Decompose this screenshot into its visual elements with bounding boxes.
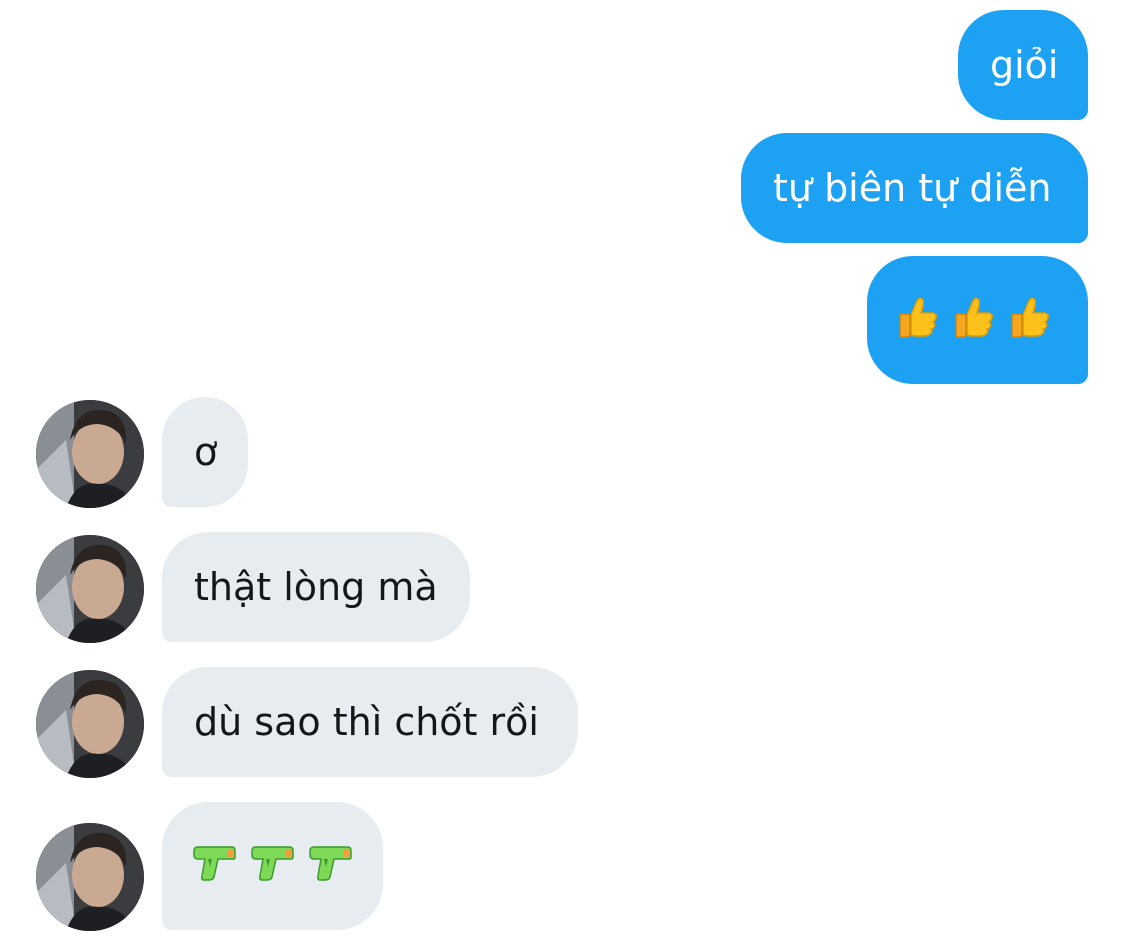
avatar[interactable] <box>36 535 144 643</box>
incoming-message[interactable]: thật lòng mà <box>162 532 470 642</box>
avatar[interactable] <box>36 670 144 778</box>
incoming-message[interactable]: ơ <box>162 397 248 507</box>
message-text: dù sao thì chốt rồi <box>194 700 539 744</box>
outgoing-message[interactable]: tự biên tự diễn <box>741 133 1088 243</box>
thumbs-up-icon <box>1009 295 1051 345</box>
outgoing-message[interactable]: giỏi <box>958 10 1088 120</box>
water-pistol-icon <box>250 845 294 887</box>
incoming-message[interactable] <box>162 802 383 930</box>
thumbs-up-icon <box>953 295 995 345</box>
outgoing-message[interactable] <box>867 256 1088 384</box>
thumbs-up-icon <box>897 295 939 345</box>
water-pistol-icon <box>192 845 236 887</box>
emoji-row <box>192 845 352 887</box>
avatar[interactable] <box>36 400 144 508</box>
incoming-message[interactable]: dù sao thì chốt rồi <box>162 667 578 777</box>
message-text: ơ <box>194 430 218 474</box>
message-text: thật lòng mà <box>194 565 438 609</box>
message-text: tự biên tự diễn <box>773 166 1052 210</box>
emoji-row <box>897 295 1051 345</box>
message-text: giỏi <box>990 43 1059 87</box>
water-pistol-icon <box>308 845 352 887</box>
avatar[interactable] <box>36 823 144 931</box>
